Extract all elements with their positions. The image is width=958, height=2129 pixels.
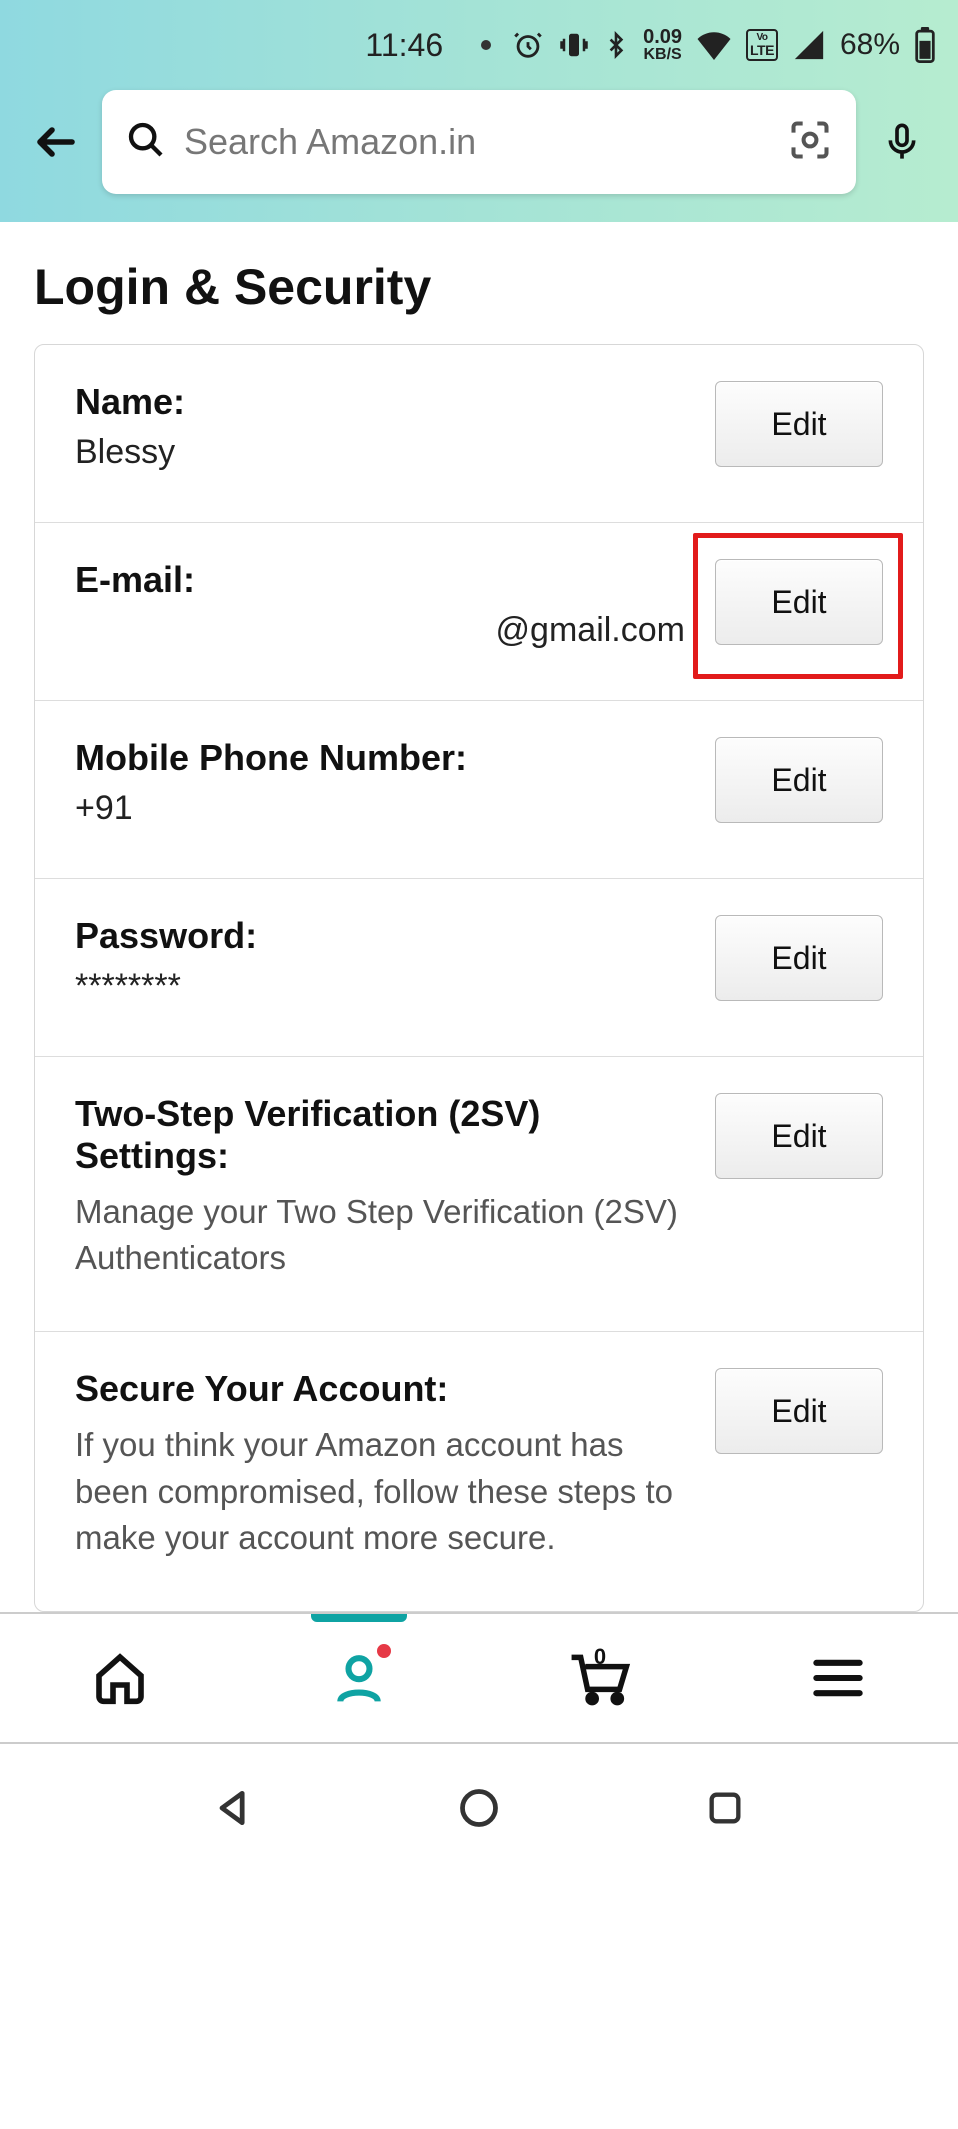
page-title: Login & Security bbox=[34, 258, 924, 316]
search-box[interactable] bbox=[102, 90, 856, 194]
field-value: Blessy bbox=[75, 433, 685, 472]
field-label: Name: bbox=[75, 381, 685, 423]
field-label: E-mail: bbox=[75, 559, 685, 601]
nav-home[interactable] bbox=[60, 1638, 180, 1718]
microphone-icon bbox=[882, 118, 922, 166]
nav-menu[interactable] bbox=[778, 1638, 898, 1718]
search-input[interactable] bbox=[166, 121, 788, 163]
sys-recent-button[interactable] bbox=[695, 1778, 755, 1838]
field-value: +91 bbox=[75, 789, 685, 828]
edit-secure-button[interactable]: Edit bbox=[715, 1368, 883, 1454]
field-description: If you think your Amazon account has bee… bbox=[75, 1422, 685, 1561]
row-email: E-mail: @gmail.com Edit bbox=[35, 523, 923, 701]
arrow-left-icon bbox=[32, 118, 80, 166]
battery-icon bbox=[914, 27, 936, 63]
status-bar: 11:46 0.09 KB/S Vo LTE 68% bbox=[0, 0, 958, 90]
active-tab-indicator bbox=[311, 1614, 407, 1622]
square-recent-icon bbox=[705, 1788, 745, 1828]
vibrate-icon bbox=[559, 28, 589, 62]
clock-text: 11:46 bbox=[365, 27, 443, 64]
signal-icon bbox=[792, 30, 826, 60]
bottom-app-nav: 0 bbox=[0, 1612, 958, 1744]
edit-password-button[interactable]: Edit bbox=[715, 915, 883, 1001]
nav-cart[interactable]: 0 bbox=[539, 1638, 659, 1718]
wifi-icon bbox=[696, 30, 732, 60]
network-speed-text: 0.09 KB/S bbox=[643, 27, 682, 63]
row-secure-account: Secure Your Account: If you think your A… bbox=[35, 1332, 923, 1611]
field-label: Password: bbox=[75, 915, 685, 957]
volte-icon: Vo LTE bbox=[746, 29, 778, 61]
search-icon bbox=[126, 120, 166, 165]
page-content: Login & Security Name: Blessy Edit E-mai… bbox=[0, 222, 958, 1612]
bluetooth-icon bbox=[603, 27, 629, 63]
user-icon bbox=[331, 1650, 387, 1706]
voice-search-button[interactable] bbox=[874, 114, 930, 170]
cart-count-badge: 0 bbox=[594, 1644, 606, 1670]
edit-2sv-button[interactable]: Edit bbox=[715, 1093, 883, 1179]
search-row bbox=[0, 90, 958, 194]
battery-percent-text: 68% bbox=[840, 28, 900, 62]
field-label: Mobile Phone Number: bbox=[75, 737, 685, 779]
app-header: 11:46 0.09 KB/S Vo LTE 68% bbox=[0, 0, 958, 222]
system-nav-bar bbox=[0, 1744, 958, 1872]
field-value: ******** bbox=[75, 967, 685, 1006]
separator-dot-icon bbox=[481, 40, 491, 50]
sys-home-button[interactable] bbox=[449, 1778, 509, 1838]
back-button[interactable] bbox=[28, 114, 84, 170]
field-description: Manage your Two Step Verification (2SV) … bbox=[75, 1189, 685, 1281]
login-security-card: Name: Blessy Edit E-mail: @gmail.com Edi… bbox=[34, 344, 924, 1612]
field-value: @gmail.com bbox=[75, 611, 685, 650]
hamburger-icon bbox=[812, 1658, 864, 1698]
edit-mobile-button[interactable]: Edit bbox=[715, 737, 883, 823]
sys-back-button[interactable] bbox=[203, 1778, 263, 1838]
edit-email-button[interactable]: Edit bbox=[715, 559, 883, 645]
field-label: Two-Step Verification (2SV) Settings: bbox=[75, 1093, 685, 1177]
field-label: Secure Your Account: bbox=[75, 1368, 685, 1410]
home-icon bbox=[92, 1650, 148, 1706]
circle-home-icon bbox=[457, 1786, 501, 1830]
row-name: Name: Blessy Edit bbox=[35, 345, 923, 523]
row-two-step-verification: Two-Step Verification (2SV) Settings: Ma… bbox=[35, 1057, 923, 1332]
notification-dot-icon bbox=[377, 1644, 391, 1658]
nav-account[interactable] bbox=[299, 1638, 419, 1718]
row-password: Password: ******** Edit bbox=[35, 879, 923, 1057]
row-mobile: Mobile Phone Number: +91 Edit bbox=[35, 701, 923, 879]
alarm-icon bbox=[511, 28, 545, 62]
edit-name-button[interactable]: Edit bbox=[715, 381, 883, 467]
camera-scan-icon[interactable] bbox=[788, 118, 832, 167]
triangle-back-icon bbox=[211, 1786, 255, 1830]
